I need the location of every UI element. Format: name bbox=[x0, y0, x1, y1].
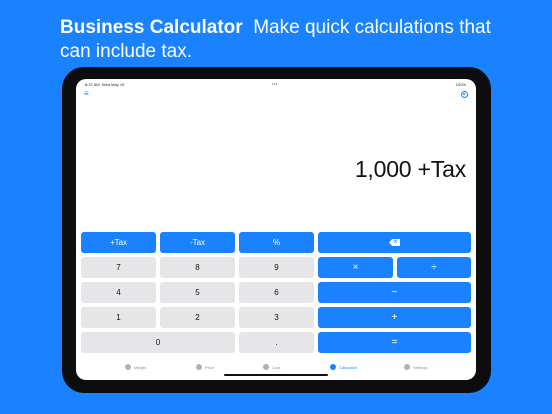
decimal-button[interactable]: . bbox=[239, 332, 314, 353]
status-time: 8:37 AM Wed May 19 bbox=[85, 82, 124, 87]
plus-tax-button[interactable]: +Tax bbox=[81, 232, 156, 253]
status-date: Wed May 19 bbox=[101, 82, 125, 87]
backspace-button[interactable] bbox=[318, 232, 471, 253]
tab-cost-label: Cost bbox=[272, 364, 281, 370]
key-4[interactable]: 4 bbox=[81, 282, 156, 303]
calculator-icon bbox=[330, 364, 336, 370]
status-bar: 8:37 AM Wed May 19 ••• 100% bbox=[76, 79, 476, 89]
backspace-icon bbox=[389, 239, 400, 246]
gear-icon[interactable] bbox=[461, 91, 468, 98]
tab-cost[interactable]: Cost bbox=[263, 364, 280, 370]
key-5[interactable]: 5 bbox=[160, 282, 235, 303]
status-time-value: 8:37 AM bbox=[85, 82, 100, 87]
tab-calculator-label: Calculator bbox=[339, 364, 358, 370]
key-1[interactable]: 1 bbox=[81, 307, 156, 328]
equals-button[interactable]: = bbox=[318, 332, 471, 353]
promo-title: Business Calculator bbox=[60, 17, 243, 38]
multiply-button[interactable]: × bbox=[318, 257, 393, 278]
tab-bar: Margin Price Cost Calculator Settings bbox=[76, 359, 476, 380]
promo-headline: Business Calculator Make quick calculati… bbox=[60, 16, 500, 64]
settings-icon bbox=[404, 364, 410, 370]
tab-margin[interactable]: Margin bbox=[125, 364, 146, 370]
key-0[interactable]: 0 bbox=[81, 332, 235, 353]
key-9[interactable]: 9 bbox=[239, 257, 314, 278]
price-icon bbox=[196, 364, 202, 370]
margin-icon bbox=[125, 364, 131, 370]
key-7[interactable]: 7 bbox=[81, 257, 156, 278]
tab-settings-label: Settings bbox=[413, 364, 428, 370]
keypad: +Tax -Tax % 7 8 9 × ÷ 4 5 6 − 1 2 3 + 0 … bbox=[81, 232, 471, 354]
cost-icon bbox=[263, 364, 269, 370]
tab-margin-label: Margin bbox=[134, 364, 147, 370]
battery-status: 100% bbox=[455, 82, 466, 87]
divide-button[interactable]: ÷ bbox=[397, 257, 471, 278]
minus-tax-button[interactable]: -Tax bbox=[160, 232, 235, 253]
key-2[interactable]: 2 bbox=[160, 307, 235, 328]
minus-button[interactable]: − bbox=[318, 282, 471, 303]
tab-settings[interactable]: Settings bbox=[404, 364, 427, 370]
tab-price-label: Price bbox=[205, 364, 215, 370]
multitask-dots[interactable]: ••• bbox=[272, 81, 278, 86]
app-screen: 8:37 AM Wed May 19 ••• 100% ≡ 1,000 +Tax… bbox=[76, 79, 476, 380]
menu-icon[interactable]: ≡ bbox=[84, 90, 92, 98]
percent-button[interactable]: % bbox=[239, 232, 314, 253]
key-6[interactable]: 6 bbox=[239, 282, 314, 303]
key-3[interactable]: 3 bbox=[239, 307, 314, 328]
calculator-display: 1,000 +Tax bbox=[354, 156, 466, 182]
key-8[interactable]: 8 bbox=[160, 257, 235, 278]
plus-button[interactable]: + bbox=[318, 307, 471, 328]
tab-calculator[interactable]: Calculator bbox=[330, 364, 357, 370]
home-indicator bbox=[224, 374, 328, 376]
tab-price[interactable]: Price bbox=[196, 364, 214, 370]
